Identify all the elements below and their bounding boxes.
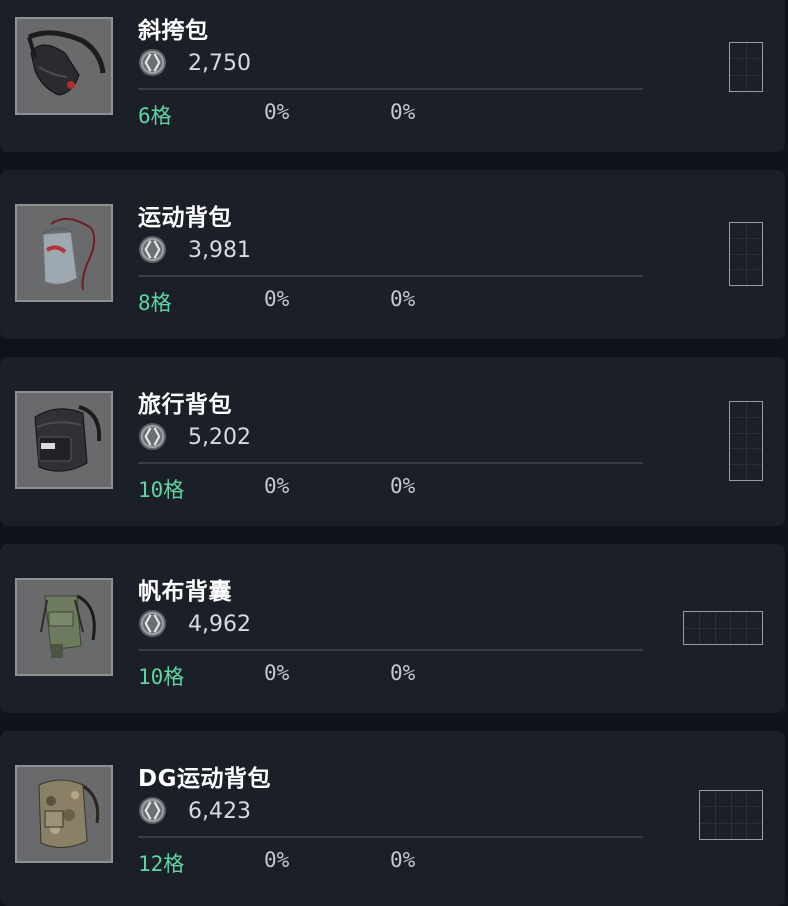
divider xyxy=(138,836,643,838)
item-slots: 10格 xyxy=(138,665,185,689)
item-stat-1: 0% xyxy=(264,474,290,498)
item-stat-2: 0% xyxy=(390,287,416,311)
item-stat-2: 0% xyxy=(390,661,416,685)
slot-grid xyxy=(729,401,763,481)
item-stat-1: 0% xyxy=(264,287,290,311)
item-slots: 10格 xyxy=(138,478,185,502)
camo-backpack-icon xyxy=(15,765,113,863)
item-slots: 6格 xyxy=(138,104,172,128)
item-name: 旅行背包 xyxy=(138,392,232,418)
item-card[interactable]: 帆布背囊 4,962 10格 0% 0% xyxy=(0,544,785,713)
item-price: 3,981 xyxy=(188,238,251,263)
coin-icon xyxy=(138,609,167,638)
item-stat-1: 0% xyxy=(264,661,290,685)
coin-icon xyxy=(138,422,167,451)
slot-grid xyxy=(683,611,763,645)
item-price: 5,202 xyxy=(188,425,251,450)
divider xyxy=(138,88,643,90)
item-name: 斜挎包 xyxy=(138,18,209,44)
item-price: 6,423 xyxy=(188,799,251,824)
item-stat-2: 0% xyxy=(390,848,416,872)
item-card[interactable]: DG运动背包 6,423 12格 0% 0% xyxy=(0,731,785,906)
item-stat-1: 0% xyxy=(264,848,290,872)
item-name: DG运动背包 xyxy=(138,766,271,792)
item-stat-2: 0% xyxy=(390,100,416,124)
slot-grid xyxy=(729,42,763,92)
item-card[interactable]: 运动背包 3,981 8格 0% 0% xyxy=(0,170,785,339)
coin-icon xyxy=(138,796,167,825)
item-price: 2,750 xyxy=(188,51,251,76)
travel-backpack-icon xyxy=(15,391,113,489)
coin-icon xyxy=(138,48,167,77)
item-slots: 8格 xyxy=(138,291,172,315)
backpack-list: 斜挎包 2,750 6格 0% 0% 运动背包 3,981 8格 0% 0% 旅… xyxy=(0,0,788,906)
item-name: 帆布背囊 xyxy=(138,579,232,605)
item-card[interactable]: 旅行背包 5,202 10格 0% 0% xyxy=(0,357,785,526)
item-card[interactable]: 斜挎包 2,750 6格 0% 0% xyxy=(0,0,785,152)
sling-bag-icon xyxy=(15,17,113,115)
item-price: 4,962 xyxy=(188,612,251,637)
drawstring-bag-icon xyxy=(15,204,113,302)
divider xyxy=(138,275,643,277)
coin-icon xyxy=(138,235,167,264)
slot-grid xyxy=(729,222,763,286)
item-stat-1: 0% xyxy=(264,100,290,124)
item-stat-2: 0% xyxy=(390,474,416,498)
divider xyxy=(138,649,643,651)
canvas-backpack-icon xyxy=(15,578,113,676)
item-slots: 12格 xyxy=(138,852,185,876)
slot-grid xyxy=(699,790,763,840)
divider xyxy=(138,462,643,464)
item-name: 运动背包 xyxy=(138,205,232,231)
